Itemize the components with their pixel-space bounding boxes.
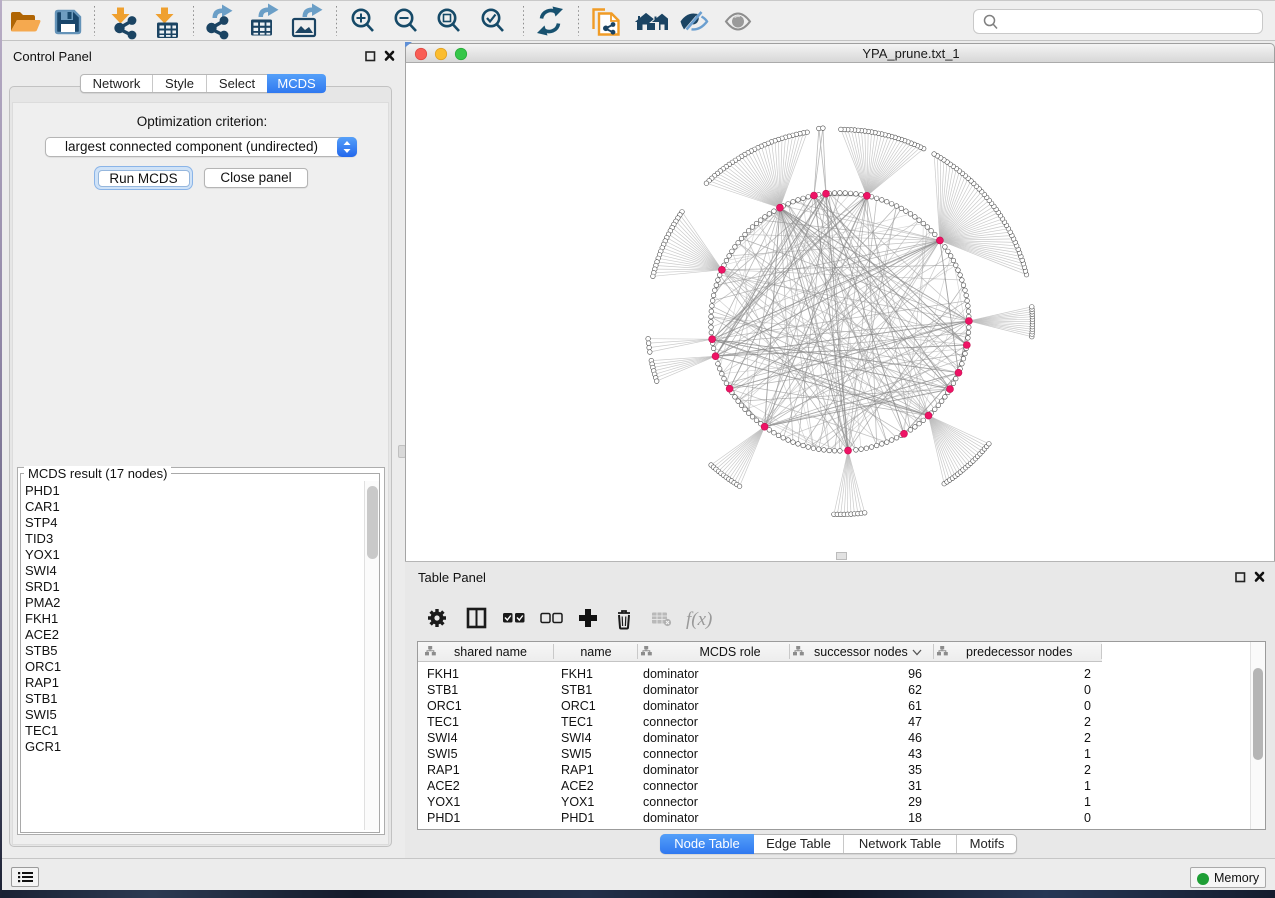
svg-text:f(x): f(x) bbox=[686, 609, 712, 630]
